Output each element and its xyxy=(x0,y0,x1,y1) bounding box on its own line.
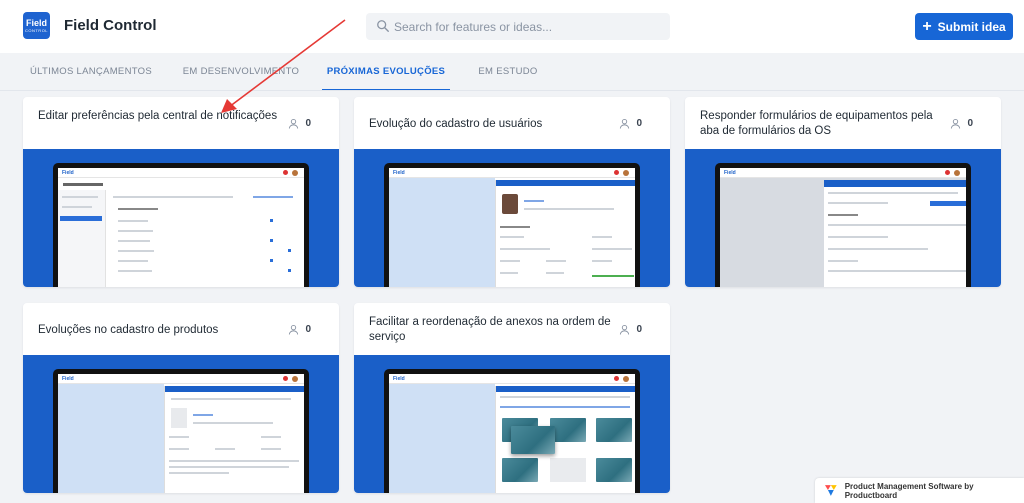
laptop-mockup: Field xyxy=(715,163,971,287)
feature-card[interactable]: Evoluções no cadastro de produtos 0 Fiel… xyxy=(23,303,339,493)
vote-number: 0 xyxy=(305,118,311,129)
productboard-logo-icon xyxy=(825,485,837,496)
vote-count[interactable]: 0 xyxy=(619,118,642,129)
feature-card[interactable]: Facilitar a reordenação de anexos na ord… xyxy=(354,303,670,493)
card-title[interactable]: Responder formulários de equipamentos pe… xyxy=(700,109,950,139)
card-preview-image: Field xyxy=(23,355,339,493)
feature-card[interactable]: Evolução do cadastro de usuários 0 Field xyxy=(354,97,670,287)
tab-ultimos-lancamentos[interactable]: ÚLTIMOS LANÇAMENTOS xyxy=(26,53,156,91)
card-title[interactable]: Editar preferências pela central de noti… xyxy=(38,109,283,124)
vote-number: 0 xyxy=(305,324,311,335)
person-icon xyxy=(620,119,630,129)
tab-proximas-evolucoes[interactable]: PRÓXIMAS EVOLUÇÕES xyxy=(322,53,450,91)
roadmap-tabs: ÚLTIMOS LANÇAMENTOS EM DESENVOLVIMENTO P… xyxy=(0,53,1024,91)
vote-count[interactable]: 0 xyxy=(288,324,311,335)
tab-em-desenvolvimento[interactable]: EM DESENVOLVIMENTO xyxy=(180,53,302,91)
vote-count[interactable]: 0 xyxy=(619,324,642,335)
card-title[interactable]: Evolução do cadastro de usuários xyxy=(369,117,614,132)
search-icon xyxy=(377,20,389,32)
vote-count[interactable]: 0 xyxy=(288,118,311,129)
vote-count[interactable]: 0 xyxy=(950,118,973,129)
card-preview-image: Field xyxy=(685,149,1001,287)
top-header: Field CONTROL Field Control + Submit ide… xyxy=(0,0,1024,53)
logo-subtext: CONTROL xyxy=(24,28,49,33)
productboard-badge[interactable]: Product Management Software by Productbo… xyxy=(815,478,1024,503)
person-icon xyxy=(289,325,299,335)
laptop-mockup: Field xyxy=(53,163,309,287)
field-control-logo[interactable]: Field CONTROL xyxy=(23,12,50,39)
tabs-divider xyxy=(0,90,1024,91)
submit-idea-button[interactable]: + Submit idea xyxy=(915,13,1013,40)
card-title[interactable]: Facilitar a reordenação de anexos na ord… xyxy=(369,315,614,345)
search-box[interactable] xyxy=(366,13,670,40)
laptop-mockup: Field xyxy=(384,163,640,287)
card-preview-image: Field xyxy=(354,149,670,287)
laptop-mockup: Field xyxy=(384,369,640,493)
person-icon xyxy=(951,119,961,129)
person-icon xyxy=(289,119,299,129)
card-preview-image: Field xyxy=(354,355,670,493)
app-title: Field Control xyxy=(64,17,157,34)
person-icon xyxy=(620,325,630,335)
tab-em-estudo[interactable]: EM ESTUDO xyxy=(473,53,543,91)
submit-idea-label: Submit idea xyxy=(937,19,1006,34)
plus-icon: + xyxy=(922,17,932,35)
card-preview-image: Field xyxy=(23,149,339,287)
feature-card[interactable]: Editar preferências pela central de noti… xyxy=(23,97,339,287)
card-title[interactable]: Evoluções no cadastro de produtos xyxy=(38,323,283,338)
laptop-mockup: Field xyxy=(53,369,309,493)
feature-card[interactable]: Responder formulários de equipamentos pe… xyxy=(685,97,1001,287)
vote-number: 0 xyxy=(636,118,642,129)
productboard-badge-text: Product Management Software by Productbo… xyxy=(844,481,974,500)
vote-number: 0 xyxy=(967,118,973,129)
search-input[interactable] xyxy=(394,13,664,40)
logo-text: Field xyxy=(25,18,47,28)
vote-number: 0 xyxy=(636,324,642,335)
